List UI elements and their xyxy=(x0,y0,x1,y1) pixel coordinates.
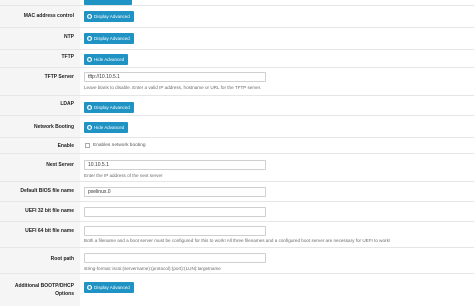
gear-icon: ✱ xyxy=(87,14,92,19)
network-booting-hide-advanced-button[interactable]: ✱ Hide Advanced xyxy=(84,122,129,133)
row-mac-address-control: MAC address control ✱ Display Advanced xyxy=(0,6,474,28)
root-path-help: string-format: iscsi:(servername):(proto… xyxy=(84,266,221,271)
gear-icon: ✱ xyxy=(87,285,92,290)
row-ntp: NTP ✱ Display Advanced xyxy=(0,28,474,50)
tftp-server-input[interactable]: tftp://10.10.5.1 xyxy=(84,72,266,82)
root-path-label: Root path xyxy=(50,256,74,262)
bootp-display-advanced-button[interactable]: ✱ Display Advanced xyxy=(84,282,134,293)
next-server-input[interactable]: 10.10.5.1 xyxy=(84,160,266,170)
advanced-button-partial[interactable] xyxy=(84,0,132,5)
gear-icon: ✱ xyxy=(87,125,92,130)
button-label: Display Advanced xyxy=(94,105,130,110)
uefi32-input[interactable] xyxy=(84,207,266,217)
mac-label: MAC address control xyxy=(23,13,74,19)
uefi64-input[interactable] xyxy=(84,226,266,236)
default-bios-input[interactable]: pxelinux.0 xyxy=(84,187,266,197)
next-server-label: Next Server xyxy=(46,162,74,168)
row-tftp-server: TFTP Server tftp://10.10.5.1 Leave blank… xyxy=(0,68,474,96)
button-label: Hide Advanced xyxy=(94,125,125,130)
network-booting-label: Network Booting xyxy=(34,124,74,130)
label-cell xyxy=(0,0,80,5)
enable-checkbox-label: Enables network booting xyxy=(93,143,146,148)
row-uefi32: UEFI 32 bit file name xyxy=(0,202,474,222)
row-network-booting: Network Booting ✱ Hide Advanced xyxy=(0,116,474,138)
tftp-hide-advanced-button[interactable]: ✱ Hide Advanced xyxy=(84,54,129,65)
gear-icon: ✱ xyxy=(87,57,92,62)
default-bios-label: Default BIOS file name xyxy=(20,188,74,194)
ldap-display-advanced-button[interactable]: ✱ Display Advanced xyxy=(84,102,134,113)
ntp-display-advanced-button[interactable]: ✱ Display Advanced xyxy=(84,33,134,44)
row-ldap: LDAP ✱ Display Advanced xyxy=(0,96,474,116)
row-default-bios: Default BIOS file name pxelinux.0 xyxy=(0,182,474,202)
label-cell xyxy=(0,274,80,306)
row-next-server: Next Server 10.10.5.1 Enter the IP addre… xyxy=(0,154,474,182)
tftp-label: TFTP xyxy=(61,54,75,60)
button-label: Display Advanced xyxy=(94,36,130,41)
ldap-label: LDAP xyxy=(60,101,74,107)
uefi64-label: UEFI 64 bit file name xyxy=(25,228,74,234)
label-cell xyxy=(0,222,80,247)
row-tftp: TFTP ✱ Hide Advanced xyxy=(0,50,474,68)
row-root-path: Root path string-format: iscsi:(serverna… xyxy=(0,248,474,274)
uefi32-label: UEFI 32 bit file name xyxy=(25,208,74,214)
row-enable: Enable Enables network booting xyxy=(0,138,474,154)
root-path-input[interactable] xyxy=(84,253,266,263)
enable-checkbox[interactable] xyxy=(85,143,90,148)
ntp-label: NTP xyxy=(64,34,74,40)
gear-icon: ✱ xyxy=(87,105,92,110)
tftp-server-help: Leave blank to disable. Enter a valid IP… xyxy=(84,85,262,90)
label-cell xyxy=(0,68,80,95)
mac-display-advanced-button[interactable]: ✱ Display Advanced xyxy=(84,11,134,22)
row-uefi64: UEFI 64 bit file name Both a filename an… xyxy=(0,222,474,248)
button-label: Hide Advanced xyxy=(94,57,125,62)
next-server-help: Enter the IP address of the next server xyxy=(84,173,163,178)
bootp-label-line2: Options xyxy=(55,291,74,297)
enable-label: Enable xyxy=(57,143,74,149)
tftp-server-label: TFTP Server xyxy=(44,74,74,80)
button-label: Display Advanced xyxy=(94,14,130,19)
gear-icon: ✱ xyxy=(87,36,92,41)
button-label: Display Advanced xyxy=(94,285,130,290)
bootp-label-line1: Additional BOOTP/DHCP xyxy=(14,283,74,289)
uefi64-help: Both a filename and a boot server must b… xyxy=(84,238,391,243)
row-additional-bootp: Additional BOOTP/DHCP Options ✱ Display … xyxy=(0,274,474,306)
